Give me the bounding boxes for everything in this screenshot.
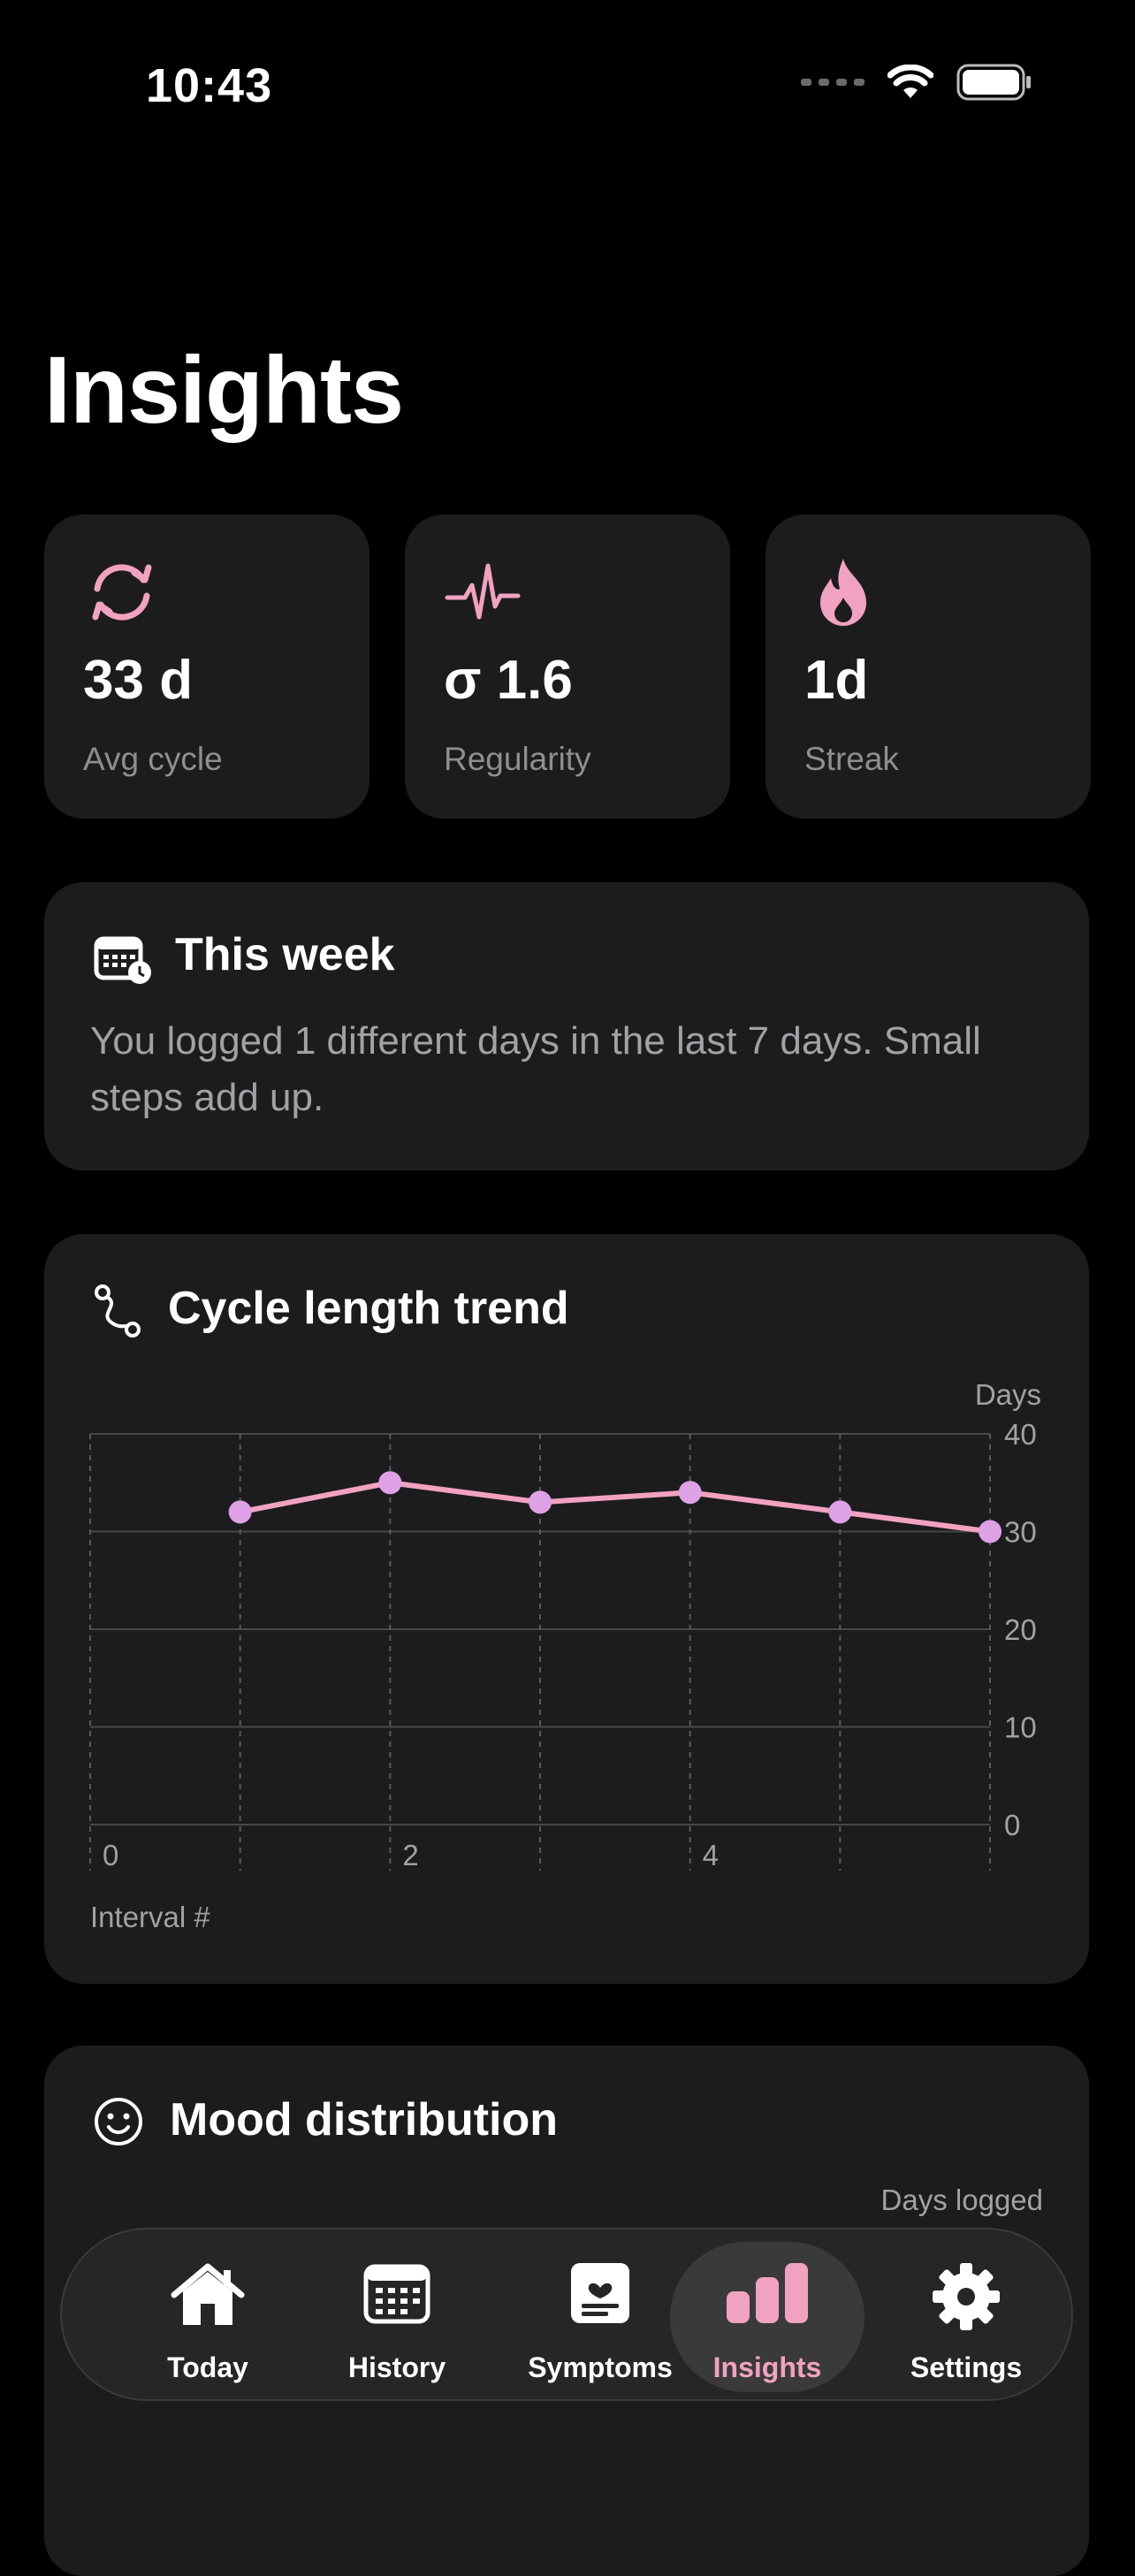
tab-history[interactable]: History: [304, 2229, 490, 2403]
calendar-icon: [363, 2264, 430, 2324]
this-week-card: This week You logged 1 different days in…: [44, 882, 1089, 1170]
battery-icon: [956, 64, 1031, 101]
regularity-label: Regularity: [444, 741, 591, 777]
tab-today[interactable]: Today: [115, 2229, 301, 2403]
mood-distribution-title: Mood distribution: [170, 2094, 559, 2145]
cycle-length-chart: Days Interval # 0 10 20 30 40 0 2 4: [89, 1378, 1041, 1933]
flame-icon: [820, 559, 866, 626]
data-point: [529, 1490, 552, 1514]
y-tick-label: 0: [1004, 1809, 1020, 1841]
streak-value: 1d: [804, 650, 869, 711]
status-indicators: [801, 64, 1032, 101]
x-tick-label: 2: [402, 1839, 418, 1871]
tab-insights[interactable]: Insights: [670, 2229, 865, 2403]
avg-cycle-label: Avg cycle: [83, 741, 223, 777]
heart-clipboard-icon: [571, 2263, 629, 2323]
regularity-value: σ 1.6: [444, 650, 573, 711]
stat-card-streak: 1d Streak: [766, 514, 1091, 819]
page-title: Insights: [44, 336, 404, 443]
y-tick-label: 20: [1004, 1613, 1037, 1646]
waveform-icon: [445, 563, 521, 620]
tab-bar: Today History Symptoms Insights Settings: [60, 2228, 1073, 2401]
y-tick-label: 30: [1004, 1516, 1037, 1549]
y-axis-label: Days: [975, 1378, 1041, 1411]
this-week-title: This week: [175, 929, 395, 980]
streak-label: Streak: [804, 741, 899, 777]
status-time: 10:43: [146, 59, 273, 112]
cellular-signal-icon: [801, 79, 865, 86]
x-tick-label: 4: [703, 1839, 719, 1871]
x-axis-label: Interval #: [90, 1901, 210, 1933]
y-tick-label: 40: [1004, 1418, 1037, 1451]
y-tick-label: 10: [1004, 1711, 1037, 1744]
x-tick-label: 0: [103, 1839, 118, 1871]
mood-y-axis-label: Days logged: [880, 2184, 1043, 2216]
data-point: [678, 1481, 702, 1505]
data-point: [828, 1500, 852, 1524]
data-point: [378, 1471, 402, 1495]
this-week-text: You logged 1 different days in the last …: [90, 1019, 981, 1119]
tab-symptoms[interactable]: Symptoms: [507, 2229, 693, 2403]
house-icon: [171, 2263, 245, 2325]
data-point: [228, 1500, 252, 1524]
cycle-arrows-icon: [92, 564, 152, 621]
gear-icon: [933, 2263, 1000, 2330]
tab-settings[interactable]: Settings: [873, 2229, 1059, 2403]
cycle-trend-card: Cycle length trend Days Interval # 0 10 20…: [44, 1234, 1089, 1984]
bar-chart-icon: [727, 2263, 808, 2323]
stat-card-regularity: σ 1.6 Regularity: [405, 514, 730, 819]
wifi-icon: [887, 65, 933, 98]
avg-cycle-value: 33 d: [83, 650, 194, 711]
cycle-length-line: [237, 1480, 993, 1535]
calendar-clock-icon: [94, 936, 151, 984]
stat-card-avg-cycle: 33 d Avg cycle: [44, 514, 369, 819]
data-point: [979, 1520, 1002, 1543]
smiley-icon: [95, 2098, 142, 2145]
